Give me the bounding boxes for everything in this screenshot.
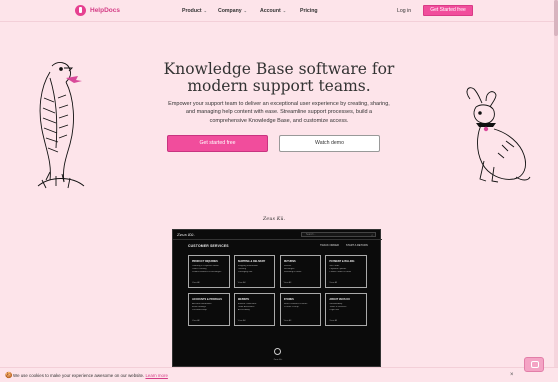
category-title: PRODUCT INQUIRIES [192,260,218,263]
get-started-button[interactable]: Get started free [167,135,268,152]
category-title: STORES [283,298,294,301]
nav-item-label: Account [260,8,281,14]
category-link[interactable]: Returning to Store [284,271,318,274]
view-all-link[interactable]: View All [284,282,292,284]
preview-tools: TRACK ORDER START A RETURN [320,244,368,247]
preview-brand: Zeus Kü. [177,232,195,237]
search-icon: ⌕ [371,233,373,237]
category-card[interactable]: STORES Store Locations & Hours In-Store Pi… [279,293,322,326]
view-all-link[interactable]: View All [329,320,337,322]
category-link[interactable]: In-Store Pickup [284,306,318,309]
view-all-link[interactable]: View All [238,320,246,322]
view-all-link[interactable]: View All [192,320,200,322]
cookie-icon: 🍪 [5,373,13,379]
view-all-link[interactable]: View All [192,282,200,284]
category-card[interactable]: SHIPPING & DELIVERY Shipping Information T… [233,255,276,288]
preview-footer-text: Zeus Kü. [273,359,283,361]
category-grid: PRODUCT INQUIRIES Ordering & Payment Stat… [188,255,367,326]
category-link[interactable]: Product Returns & Exchanges [192,271,226,274]
chat-launcher-button[interactable] [524,357,544,372]
category-title: PAYMENT & BILLING [329,260,355,263]
category-title: WEBSITE [237,298,250,301]
cookie-text: We use cookies to make your experience a… [13,373,168,378]
rabbit-illustration [466,87,531,183]
help-center-preview: Zeus Kü. Search… ⌕ CUSTOMER SERVICES TRA… [172,229,382,367]
track-order-link[interactable]: TRACK ORDER [320,244,339,247]
category-link[interactable]: Legal Info [329,309,363,312]
category-card[interactable]: PAYMENT & BILLING Gift Cards Payment Optio… [325,255,367,288]
view-all-link[interactable]: View All [329,282,337,284]
nav-item-pricing[interactable]: Pricing [300,8,318,14]
top-navbar: HelpDocs Product ⌄ Company ⌄ Account ⌄ Pric… [0,0,558,22]
chevron-down-icon: ⌄ [243,8,247,13]
preview-brand-tag: Zeus Kü. [263,217,286,222]
brand-name: HelpDocs [90,7,120,14]
preview-search-placeholder: Search… [306,233,316,236]
nav-item-label: Company [218,8,242,14]
nav-item-label: Product [182,8,202,14]
login-link[interactable]: Log in [397,8,411,14]
category-card[interactable]: ABOUT ZEUS KÜ Sustainability Terms & Servi… [325,293,367,326]
nav-item-company[interactable]: Company ⌄ [218,8,247,14]
brand-logo[interactable]: HelpDocs [75,5,120,16]
chevron-down-icon: ⌄ [203,8,207,13]
category-card[interactable]: ACCOUNTS & PROFILES Account Information Em… [188,293,230,326]
hero-title: Knowledge Base software for modern suppo… [163,60,395,95]
watch-demo-button[interactable]: Watch demo [279,135,380,152]
chat-icon [531,361,539,368]
preview-footer-logo [274,348,281,355]
logo-icon [75,5,86,16]
scrollbar-thumb[interactable] [554,0,558,36]
view-all-link[interactable]: View All [284,320,292,322]
start-return-link[interactable]: START A RETURN [346,244,368,247]
cookie-banner: 🍪 We use cookies to make your experience… [0,367,558,382]
category-link[interactable]: Packaging Info [238,271,272,274]
preview-search-input[interactable]: Search… ⌕ [301,232,376,237]
category-link[interactable]: Password Help [192,309,226,312]
category-title: SHIPPING & DELIVERY [237,260,266,263]
category-title: ABOUT ZEUS KÜ [329,298,350,301]
nav-item-product[interactable]: Product ⌄ [182,8,207,14]
nav-item-label: Pricing [300,8,318,14]
category-link[interactable]: Accessibility [238,309,272,312]
category-link[interactable]: Promo Codes & Deals [329,271,363,274]
cookie-message: We use cookies to make your experience a… [13,373,145,378]
hero-description: Empower your support team to deliver an … [168,101,390,124]
category-card[interactable]: RETURNS Returns Exchanges Returning to Stor… [279,255,322,288]
category-title: ACCOUNTS & PROFILES [192,298,222,301]
close-icon[interactable]: × [510,372,514,378]
get-started-nav-button[interactable]: Get Started free [423,5,473,16]
preview-heading: CUSTOMER SERVICES [188,244,229,248]
category-card[interactable]: PRODUCT INQUIRIES Ordering & Payment Stat… [188,255,230,288]
learn-more-link[interactable]: Learn more [145,373,167,378]
falcon-illustration [37,62,85,189]
category-card[interactable]: WEBSITE Browse Collections Order Assistanc… [233,293,276,326]
preview-header: Zeus Kü. Search… ⌕ [173,230,382,240]
category-title: RETURNS [283,260,296,263]
nav-item-account[interactable]: Account ⌄ [260,8,286,14]
chevron-down-icon: ⌄ [282,8,287,13]
scrollbar[interactable] [554,0,558,382]
view-all-link[interactable]: View All [238,282,246,284]
